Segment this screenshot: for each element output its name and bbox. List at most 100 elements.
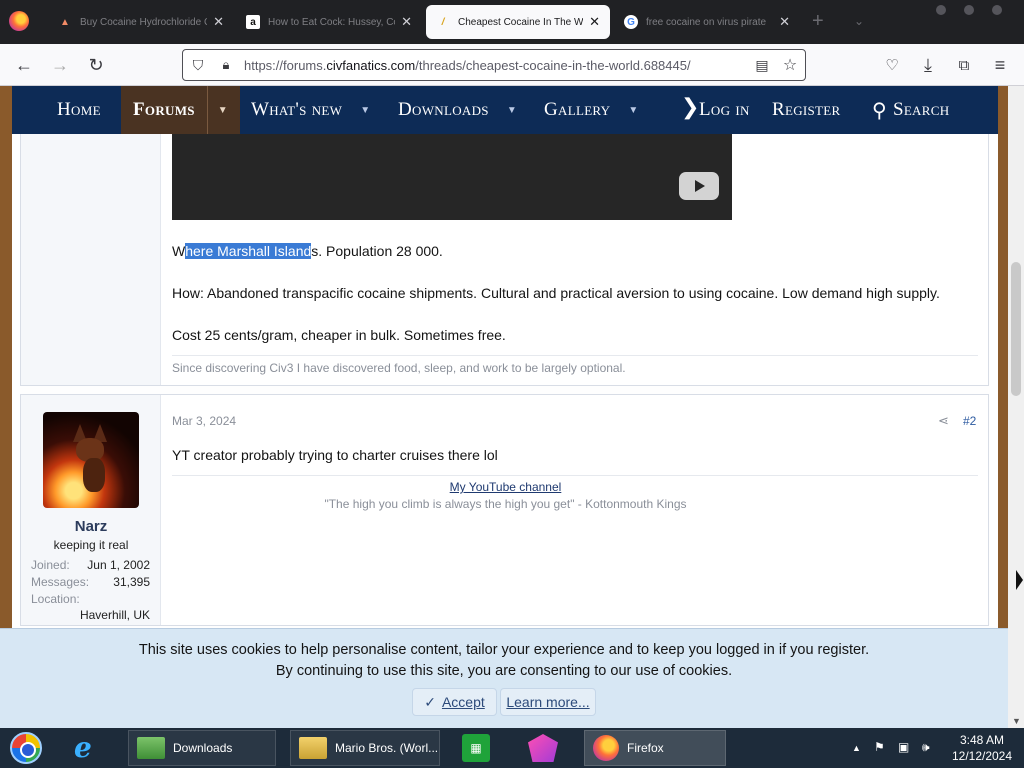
nav-downloads[interactable]: Downloads ▼ [398,86,517,134]
signature-youtube-link[interactable]: My YouTube channel [21,480,990,494]
warning-favicon-icon: ▲ [60,16,70,28]
nav-whats-new-label: What's new [251,99,343,120]
forward-arrow-icon[interactable]: → [48,53,72,77]
cookie-text-2: By continuing to use this site, you are … [275,663,733,679]
list-all-tabs-icon[interactable]: ⌄ [854,14,864,28]
minimize-icon[interactable] [936,5,946,15]
task-label: Downloads [173,741,233,755]
lock-icon[interactable]: 🔒︎ [217,56,235,74]
url-text[interactable]: https://forums.civfanatics.com/threads/c… [244,58,691,73]
username[interactable]: Narz [21,518,161,535]
close-icon[interactable]: ✕ [213,14,224,30]
chevron-right-icon[interactable]: ❯ [681,94,699,120]
clock-date: 12/12/2024 [951,749,1013,763]
store-icon[interactable]: ▦ [462,734,490,762]
nav-gallery-label: Gallery [544,99,611,120]
stat-joined-value: Jun 1, 2002 [87,558,150,572]
tab-1[interactable]: ▲ Buy Cocaine Hydrochloride C ✕ [48,5,234,39]
shield-icon[interactable]: ⛉ [189,56,207,74]
nav-search-label: Search [892,99,950,120]
tab-label: Buy Cocaine Hydrochloride C [80,16,208,28]
network-icon[interactable]: ▣ [898,740,909,754]
nav-gallery[interactable]: Gallery ▼ [544,86,639,134]
nav-whats-new[interactable]: What's new ▼ [251,86,370,134]
tab-4[interactable]: G free cocaine on virus pirate ✕ [614,5,800,39]
reader-view-icon[interactable]: ▤ [753,56,771,74]
folder-icon [299,737,327,759]
task-downloads[interactable]: Downloads [128,730,276,766]
tab-strip: ▲ Buy Cocaine Hydrochloride C ✕ a How to… [0,0,1024,44]
scrollbar-thumb[interactable] [1011,262,1021,396]
post-2: Narz keeping it real Joined: Jun 1, 2002… [20,394,989,626]
back-arrow-icon[interactable]: ← [12,53,36,77]
nav-register[interactable]: Register [772,86,841,134]
hamburger-menu-icon[interactable]: ≡ [988,53,1012,77]
show-hidden-icons-chevron-icon[interactable]: ▲ [852,743,861,753]
post-1: Where Marshall Islands. Population 28 00… [20,134,989,386]
close-icon[interactable]: ✕ [589,14,600,30]
tab-2[interactable]: a How to Eat Cock: Hussey, Co ✕ [236,5,422,39]
volume-icon[interactable]: 🕪︎ [922,740,930,755]
internet-explorer-icon[interactable]: e [74,734,102,762]
window-close-icon[interactable] [992,5,1002,15]
stat-messages-label: Messages: [31,575,90,589]
signature-divider [172,475,978,476]
stat-joined-label: Joined: [31,558,70,572]
extensions-icon[interactable]: ⧉ [952,53,976,77]
post-1-line-cost: Cost 25 cents/gram, cheaper in bulk. Som… [172,327,506,343]
download-icon[interactable]: ⤓ [916,53,940,77]
tab-label: free cocaine on virus pirate [646,16,767,28]
nav-home[interactable]: Home [57,86,101,134]
tab-label: How to Eat Cock: Hussey, Co [268,16,396,28]
forum-navbar: Home Forums ▼ What's new ▼ Downloads ▼ G… [12,86,998,134]
share-icon[interactable]: ⋖ [938,413,949,429]
tab-label: Cheapest Cocaine In The Wor [458,16,584,28]
url-bar[interactable]: ⛉ 🔒︎ https://forums.civfanatics.com/thre… [182,49,806,81]
nav-login[interactable]: Log in [699,86,750,134]
system-clock[interactable]: 3:48 AM 12/12/2024 [942,732,1022,764]
checkmark-icon: ✓ [424,693,436,710]
google-favicon-icon: G [624,15,638,29]
post-2-text: YT creator probably trying to charter cr… [172,447,498,463]
nav-search[interactable]: ⚲ Search [872,86,949,134]
stat-messages-value: 31,395 [113,575,150,589]
youtube-embed[interactable] [172,134,732,220]
cookie-text-1: This site uses cookies to help personali… [138,642,870,658]
task-label: Firefox [627,741,664,755]
page-scrollbar[interactable]: ▼ [1008,86,1024,728]
nav-forums[interactable]: Forums ▼ [121,86,240,134]
bookmark-star-icon[interactable]: ☆ [781,56,799,74]
start-button[interactable] [10,732,42,764]
pocket-icon[interactable]: ♡ [880,53,904,77]
play-icon[interactable] [679,172,719,200]
taskbar: e Downloads Mario Bros. (Worl... ▦ Firef… [0,728,1024,768]
firefox-menu-icon[interactable] [9,11,29,31]
task-mario-bros[interactable]: Mario Bros. (Worl... [290,730,440,766]
task-firefox[interactable]: Firefox [584,730,726,766]
clock-time: 3:48 AM [959,733,1005,747]
scroll-down-arrow-icon[interactable]: ▼ [1012,716,1021,726]
reload-icon[interactable]: ↻ [84,53,108,77]
learn-more-button[interactable]: Learn more... [500,688,596,716]
nav-forums-label: Forums [133,99,195,120]
maximize-icon[interactable] [964,5,974,15]
chevron-down-icon[interactable]: ▼ [507,105,517,116]
fox-app-icon[interactable] [528,734,558,762]
close-icon[interactable]: ✕ [401,14,412,30]
chevron-down-icon[interactable]: ▼ [360,105,370,116]
chevron-down-icon[interactable]: ▼ [628,105,638,116]
close-icon[interactable]: ✕ [779,14,790,30]
stat-location-value: Haverhill, UK [79,608,150,622]
post-1-signature: Since discovering Civ3 I have discovered… [172,361,626,375]
accept-cookies-button[interactable]: ✓ Accept [412,688,497,716]
post-date[interactable]: Mar 3, 2024 [172,414,236,428]
stat-location-label: Location: [31,592,80,606]
chevron-down-icon[interactable]: ▼ [206,86,228,134]
flag-icon[interactable]: ⚑ [874,740,885,754]
new-tab-button[interactable]: + [812,11,824,31]
mouse-cursor-icon [1016,570,1023,590]
nav-downloads-label: Downloads [398,99,489,120]
search-icon: ⚲ [872,99,887,122]
tab-3-active[interactable]: / Cheapest Cocaine In The Wor ✕ [426,5,610,39]
post-number-link[interactable]: #2 [963,414,976,428]
